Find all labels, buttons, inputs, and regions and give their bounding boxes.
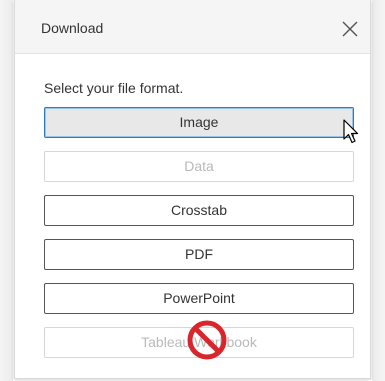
backdrop-left-edge <box>0 0 13 381</box>
dialog-header: Download <box>15 0 370 54</box>
data-format-button: Data <box>44 151 354 182</box>
tableau-workbook-format-button: Tableau Workbook <box>44 327 354 358</box>
download-dialog: Download Select your file format. Image … <box>14 0 371 379</box>
powerpoint-format-button[interactable]: PowerPoint <box>44 283 354 314</box>
backdrop-right-edge <box>372 0 385 381</box>
dialog-title: Download <box>41 20 104 36</box>
crosstab-format-button[interactable]: Crosstab <box>44 195 354 226</box>
pdf-format-button[interactable]: PDF <box>44 239 354 270</box>
image-format-button[interactable]: Image <box>44 107 354 138</box>
file-format-prompt: Select your file format. <box>44 80 184 96</box>
close-icon[interactable] <box>341 20 359 38</box>
